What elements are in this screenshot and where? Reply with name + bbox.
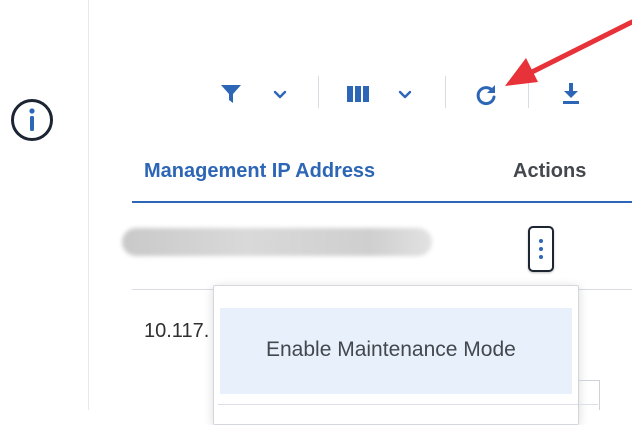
toolbar-separator [318,76,319,108]
toolbar-separator [528,76,529,108]
table-cell-ip: 10.117. [144,320,210,342]
column-header-actions: Actions [513,160,587,182]
toolbar-separator [445,76,446,108]
menu-item-label: Enable Maintenance Mode [266,338,516,361]
info-icon[interactable] [10,98,54,142]
table-header-underline [132,201,632,203]
menu-item-enable-maintenance-mode[interactable]: Enable Maintenance Mode [220,308,572,394]
chevron-down-icon[interactable] [273,90,287,100]
columns-icon[interactable] [347,86,369,102]
menu-divider [218,404,598,405]
redacted-ip-address [122,228,432,256]
filter-icon[interactable] [220,83,242,105]
refresh-icon[interactable] [474,83,498,107]
kebab-dot [539,247,543,251]
download-icon[interactable] [562,83,580,105]
kebab-dot [539,239,543,243]
column-header-management-ip[interactable]: Management IP Address [144,160,375,183]
partial-control [578,380,600,410]
row-actions-menu: Enable Maintenance Mode [213,285,598,425]
chevron-down-icon[interactable] [398,90,412,100]
row-actions-button[interactable] [528,226,554,272]
left-panel-divider [88,0,89,410]
kebab-dot [539,255,543,259]
